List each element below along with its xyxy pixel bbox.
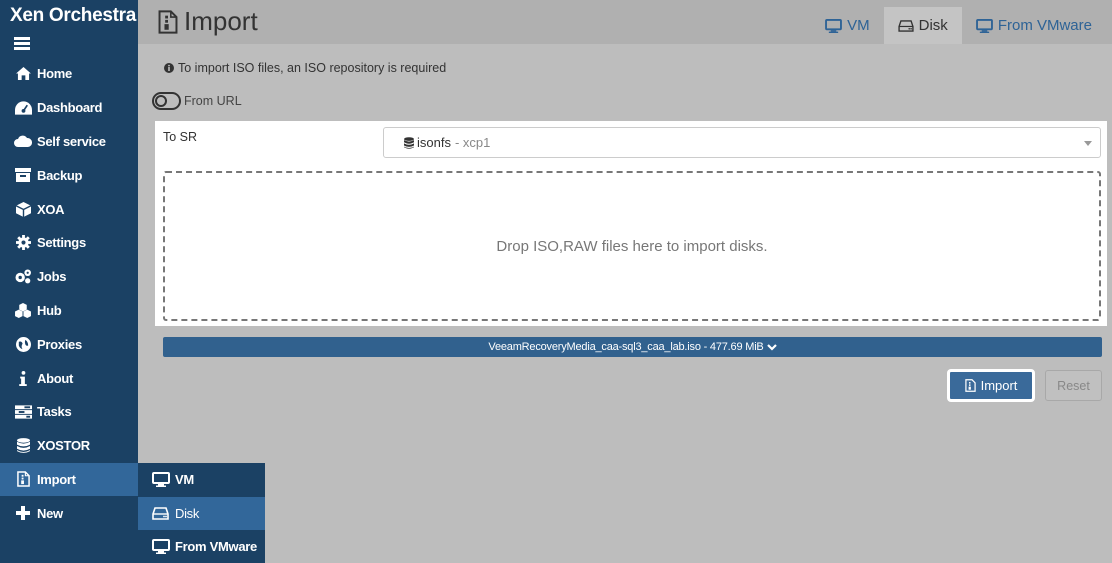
dashboard-icon xyxy=(14,100,32,116)
sidebar-item-proxies[interactable]: Proxies xyxy=(0,327,138,361)
brand-title[interactable]: Xen Orchestra xyxy=(0,0,138,30)
sidebar-item-label: Home xyxy=(37,66,72,82)
page-title-text: Import xyxy=(184,6,258,36)
to-sr-label: To SR xyxy=(163,130,198,144)
home-icon xyxy=(14,66,32,82)
sidebar-item-jobs[interactable]: Jobs xyxy=(0,260,138,294)
info-icon xyxy=(14,370,32,386)
sidebar-item-label: Backup xyxy=(37,167,83,183)
iso-info-note: To import ISO files, an ISO repository i… xyxy=(164,61,446,75)
sidebar-item-label: Hub xyxy=(37,302,62,318)
submenu-item-label: VM xyxy=(175,472,194,488)
sidebar-item-xostor[interactable]: XOSTOR xyxy=(0,429,138,463)
database-icon xyxy=(14,438,32,454)
sr-name: isonfs xyxy=(417,135,451,150)
desktop-icon xyxy=(152,539,170,555)
sidebar-item-about[interactable]: About xyxy=(0,361,138,395)
sidebar-item-label: About xyxy=(37,370,74,386)
cubes-icon xyxy=(14,302,32,318)
sidebar-item-label: XOA xyxy=(37,201,65,217)
sr-select[interactable]: isonfs - xcp1 xyxy=(383,127,1101,158)
sidebar-item-import[interactable]: Import xyxy=(0,462,138,497)
gear-icon xyxy=(14,235,32,251)
archive-icon xyxy=(14,167,32,183)
page-header: Import VM Disk From VMware xyxy=(138,0,1112,44)
from-url-toggle[interactable]: From URL xyxy=(152,92,242,110)
sidebar-item-label: Dashboard xyxy=(37,100,103,116)
sidebar-item-new[interactable]: New xyxy=(0,496,138,530)
sidebar-item-backup[interactable]: Backup xyxy=(0,158,138,192)
toggle-switch[interactable] xyxy=(152,92,181,110)
tab-label: VM xyxy=(847,17,870,34)
sidebar-item-label: XOSTOR xyxy=(37,438,90,454)
sidebar-item-tasks[interactable]: Tasks xyxy=(0,395,138,429)
cube-icon xyxy=(14,201,32,217)
import-form-panel: To SR isonfs - xcp1 Drop ISO,RAW files h… xyxy=(155,121,1107,326)
sidebar-item-label: Import xyxy=(37,471,76,487)
hamburger-menu-icon[interactable] xyxy=(14,37,30,50)
chevron-down-icon xyxy=(766,343,777,351)
sidebar-item-label: Jobs xyxy=(37,269,67,285)
selected-file-bar[interactable]: VeeamRecoveryMedia_caa-sql3_caa_lab.iso … xyxy=(163,337,1102,357)
import-button[interactable]: Import xyxy=(947,369,1035,402)
tab-vm[interactable]: VM xyxy=(811,7,884,44)
sidebar-item-label: New xyxy=(37,505,63,521)
gears-icon xyxy=(14,269,32,285)
dropzone-text: Drop ISO,RAW files here to import disks. xyxy=(496,237,768,255)
file-entry-text: VeeamRecoveryMedia_caa-sql3_caa_lab.iso … xyxy=(488,341,764,353)
submenu-item-disk[interactable]: Disk xyxy=(138,496,265,530)
desktop-icon xyxy=(152,472,170,488)
file-import-icon xyxy=(14,471,32,488)
tab-label: Disk xyxy=(918,17,948,34)
sidebar: Xen Orchestra Home Dashboard Self servic… xyxy=(0,0,138,563)
file-import-icon xyxy=(158,9,178,34)
info-text: To import ISO files, an ISO repository i… xyxy=(178,61,447,75)
sidebar-item-label: Proxies xyxy=(37,336,82,352)
hdd-icon xyxy=(152,505,170,521)
hdd-icon xyxy=(898,19,914,32)
tab-from-vmware[interactable]: From VMware xyxy=(962,7,1106,44)
sidebar-item-hub[interactable]: Hub xyxy=(0,294,138,328)
sidebar-item-xoa[interactable]: XOA xyxy=(0,192,138,226)
submenu-item-label: From VMware xyxy=(175,539,257,555)
file-dropzone[interactable]: Drop ISO,RAW files here to import disks. xyxy=(163,171,1101,321)
sidebar-item-label: Tasks xyxy=(37,404,72,420)
sidebar-item-label: Settings xyxy=(37,235,86,251)
sidebar-item-settings[interactable]: Settings xyxy=(0,226,138,260)
sidebar-item-label: Self service xyxy=(37,133,106,149)
desktop-icon xyxy=(825,18,843,33)
file-import-icon xyxy=(964,379,976,392)
globe-icon xyxy=(14,336,32,352)
from-url-label: From URL xyxy=(184,94,242,108)
sidebar-item-self-service[interactable]: Self service xyxy=(0,125,138,159)
import-tabs: VM Disk From VMware xyxy=(811,7,1106,44)
submenu-item-label: Disk xyxy=(175,505,200,521)
reset-button[interactable]: Reset xyxy=(1045,370,1102,401)
import-submenu: VM Disk From VMware xyxy=(138,463,265,563)
sr-host: - xcp1 xyxy=(454,135,491,150)
chevron-down-icon xyxy=(1084,141,1092,146)
cloud-icon xyxy=(14,133,32,149)
info-circle-icon xyxy=(164,63,174,73)
plus-icon xyxy=(14,505,32,521)
database-icon xyxy=(404,136,414,149)
import-button-label: Import xyxy=(980,378,1018,393)
sidebar-item-dashboard[interactable]: Dashboard xyxy=(0,91,138,125)
tab-disk[interactable]: Disk xyxy=(883,7,962,44)
tab-label: From VMware xyxy=(997,17,1092,34)
tasks-icon xyxy=(14,404,32,420)
submenu-item-from-vmware[interactable]: From VMware xyxy=(138,530,265,563)
desktop-icon xyxy=(975,18,993,33)
submenu-item-vm[interactable]: VM xyxy=(138,463,265,497)
page-title: Import xyxy=(158,6,258,37)
reset-button-label: Reset xyxy=(1057,378,1090,393)
sidebar-item-home[interactable]: Home xyxy=(0,57,138,91)
sidebar-nav: Home Dashboard Self service Backup XOA S… xyxy=(0,57,138,530)
